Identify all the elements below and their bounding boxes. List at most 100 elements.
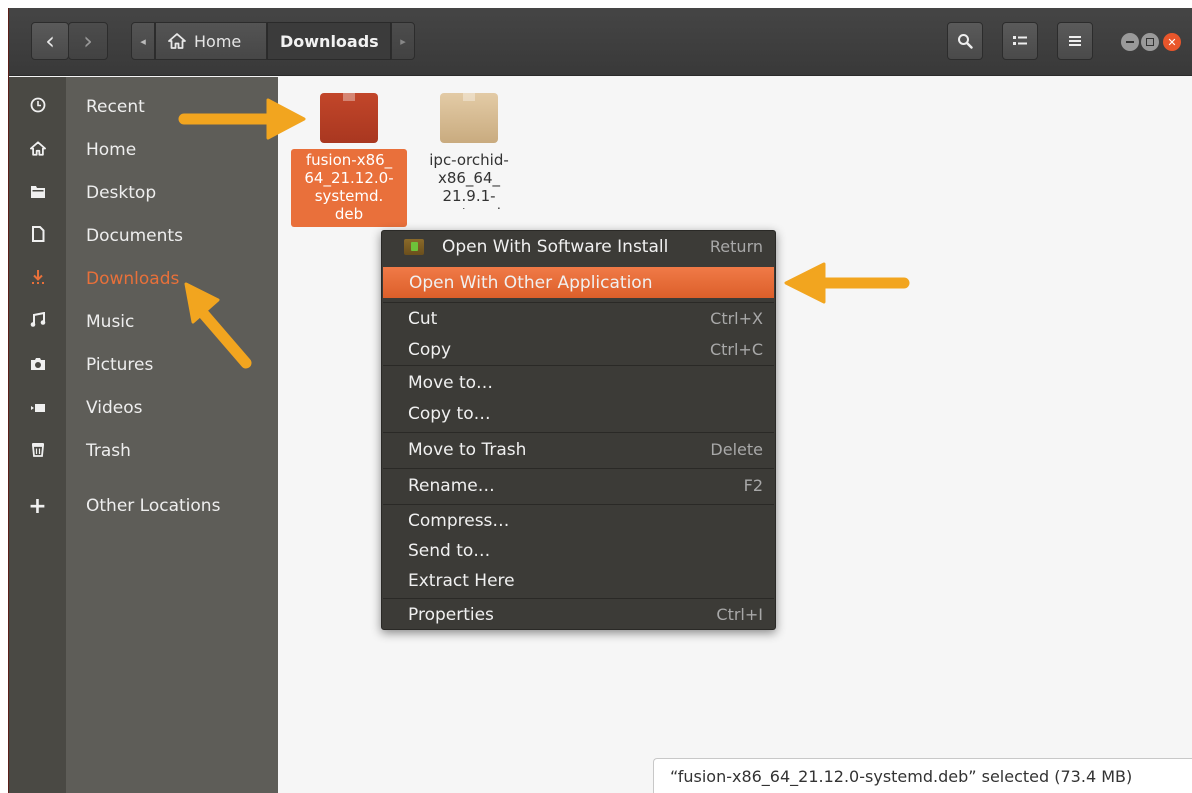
file-item-fusion-deb[interactable]: fusion-x86_ 64_21.12.0- systemd. deb [291,93,407,227]
menu-item-label: Compress… [408,510,510,531]
sidebar-item-recent[interactable]: Recent [9,87,278,127]
path-home-label: Home [194,31,242,51]
sidebar-item-label: Videos [86,398,143,418]
path-home-button[interactable]: Home [155,22,267,60]
menu-item-send-to[interactable]: Send to… [382,535,775,566]
menu-item-shortcut: Ctrl+C [709,340,763,359]
sidebar-item-other-locations[interactable]: + Other Locations [9,486,278,526]
menu-item-label: Cut [408,308,438,329]
triangle-left-icon: ◂ [140,34,146,48]
menu-item-rename[interactable]: Rename… F2 [382,470,775,501]
menu-item-label: Send to… [408,540,491,561]
software-install-icon [404,238,424,255]
sidebar-item-label: Recent [86,97,145,117]
camera-icon [9,355,66,376]
path-downloads-button[interactable]: Downloads [267,22,391,60]
menu-item-label: Open With Software Install [442,236,669,257]
header-bar: ‹ › ◂ Home Downloads ▸ ✕ [9,8,1192,76]
chevron-right-icon: › [83,27,93,55]
trash-icon [9,441,66,462]
sidebar-item-desktop[interactable]: Desktop [9,173,278,213]
context-menu: Open With Software Install Return Open W… [381,230,776,630]
menu-item-copy-to[interactable]: Copy to… [382,398,775,429]
menu-separator [383,432,774,433]
list-view-icon [1013,36,1027,45]
menu-item-open-with-other-application[interactable]: Open With Other Application [383,267,774,298]
file-item-ipc-orchid[interactable]: ipc-orchid- x86_64_ 21.9.1- systemd [411,93,527,209]
package-icon [320,93,378,143]
menu-item-properties[interactable]: Properties Ctrl+I [382,599,775,630]
file-name: ipc-orchid- x86_64_ 21.9.1- systemd [429,151,509,209]
chevron-left-icon: ‹ [45,27,55,55]
menu-item-shortcut: Ctrl+X [710,309,763,328]
menu-button[interactable] [1057,22,1093,60]
minimize-icon [1126,41,1134,43]
home-icon [168,33,186,49]
menu-item-compress[interactable]: Compress… [382,505,775,536]
menu-item-extract-here[interactable]: Extract Here [382,565,775,596]
path-bar: ◂ Home Downloads ▸ [131,22,415,60]
sidebar-item-label: Home [86,140,137,160]
file-name: fusion-x86_ 64_21.12.0- systemd. deb [291,149,407,227]
status-text: “fusion-x86_64_21.12.0-systemd.deb” sele… [670,766,1133,786]
window-outer-margin [0,0,8,793]
menu-item-label: Extract Here [408,570,515,591]
sidebar-item-downloads[interactable]: Downloads [9,259,278,299]
sidebar-item-music[interactable]: Music [9,302,278,342]
menu-separator [383,365,774,366]
sidebar-item-documents[interactable]: Documents [9,216,278,256]
back-button[interactable]: ‹ [31,22,69,60]
search-button[interactable] [947,22,983,60]
menu-item-copy[interactable]: Copy Ctrl+C [382,334,775,365]
forward-button[interactable]: › [68,22,108,60]
search-icon [958,34,973,49]
sidebar-item-home[interactable]: Home [9,130,278,170]
status-bubble: “fusion-x86_64_21.12.0-systemd.deb” sele… [653,758,1192,793]
menu-item-label: Rename… [408,475,495,496]
view-toggle-button[interactable] [1002,22,1038,60]
sidebar-item-label: Pictures [86,355,154,375]
sidebar-item-label: Other Locations [86,496,221,516]
menu-item-label: Copy [408,339,452,360]
sidebar-item-label: Documents [86,226,183,246]
menu-item-label: Copy to… [408,403,491,424]
menu-separator [383,468,774,469]
sidebar-item-videos[interactable]: Videos [9,388,278,428]
sidebar-item-label: Desktop [86,183,157,203]
hamburger-menu-icon [1069,36,1081,46]
folder-icon [9,183,66,204]
home-icon [9,140,66,161]
menu-item-open-with-software-install[interactable]: Open With Software Install Return [382,231,775,262]
menu-item-shortcut: Return [709,237,763,256]
path-current-label: Downloads [280,31,379,51]
menu-item-shortcut: F2 [743,476,763,495]
maximize-button[interactable] [1141,33,1159,51]
path-scroll-right-button[interactable]: ▸ [391,22,415,60]
sidebar-item-label: Downloads [86,269,180,289]
sidebar-item-label: Trash [86,441,131,461]
sidebar-item-pictures[interactable]: Pictures [9,345,278,385]
sidebar-item-trash[interactable]: Trash [9,431,278,471]
menu-item-shortcut: Ctrl+I [716,605,763,624]
video-icon [9,398,66,419]
document-icon [9,225,66,247]
menu-item-move-to[interactable]: Move to… [382,367,775,398]
music-icon [9,311,66,333]
menu-item-move-to-trash[interactable]: Move to Trash Delete [382,434,775,465]
menu-item-label: Move to… [408,372,494,393]
path-scroll-left-button[interactable]: ◂ [131,22,155,60]
menu-item-label: Properties [408,604,494,625]
download-icon [9,269,66,290]
package-icon [440,93,498,143]
menu-item-label: Move to Trash [408,439,527,460]
menu-item-cut[interactable]: Cut Ctrl+X [382,303,775,334]
sidebar-item-label: Music [86,312,135,332]
minimize-button[interactable] [1121,33,1139,51]
sidebar: Recent Home Desktop Documents Downloads [9,77,278,793]
close-icon: ✕ [1167,35,1177,49]
maximize-icon [1146,38,1154,46]
menu-item-shortcut: Delete [710,440,763,459]
clock-icon [9,97,66,118]
menu-item-label: Open With Other Application [409,272,653,293]
close-button[interactable]: ✕ [1163,33,1181,51]
